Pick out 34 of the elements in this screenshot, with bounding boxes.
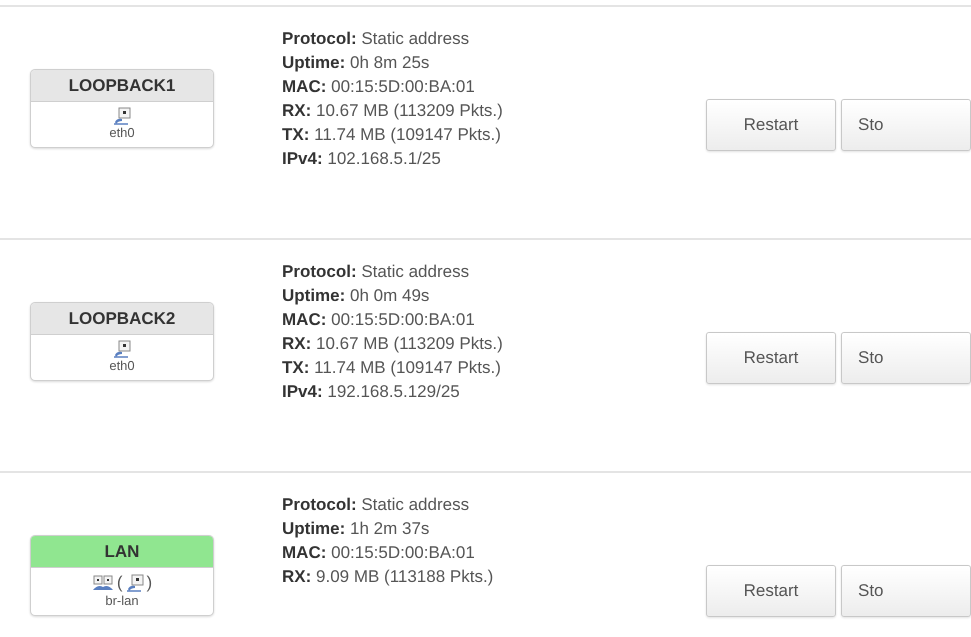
stop-button[interactable]: Sto — [841, 99, 971, 151]
restart-button[interactable]: Restart — [706, 565, 836, 617]
status-line: RX: 9.09 MB (113188 Pkts.) — [282, 566, 494, 588]
status-line: Uptime: 0h 0m 49s — [282, 285, 430, 307]
interface-name: LOOPBACK1 — [31, 70, 213, 102]
status-line: MAC: 00:15:5D:00:BA:01 — [282, 76, 476, 98]
status-line: RX: 10.67 MB (113209 Pkts.) — [282, 100, 504, 122]
parenthesis: ) — [146, 573, 152, 593]
restart-button[interactable]: Restart — [706, 332, 836, 384]
interface-name: LAN — [31, 536, 213, 568]
status-line: MAC: 00:15:5D:00:BA:01 — [282, 309, 476, 331]
status-line: IPv4: 102.168.5.1/25 — [282, 148, 442, 170]
network-port-icon — [113, 340, 131, 358]
bridge-icon — [92, 574, 114, 592]
network-port-icon — [113, 107, 131, 125]
stop-button[interactable]: Sto — [841, 565, 971, 617]
status-line: TX: 11.74 MB (109147 Pkts.) — [282, 124, 502, 146]
status-line: Uptime: 1h 2m 37s — [282, 518, 430, 540]
network-port-icon — [126, 574, 144, 592]
parenthesis: ( — [116, 573, 122, 593]
device-name: br-lan — [105, 593, 139, 608]
interface-name: LOOPBACK2 — [31, 303, 213, 335]
status-line: IPv4: 192.168.5.129/25 — [282, 381, 461, 403]
status-line: Uptime: 0h 8m 25s — [282, 52, 430, 74]
device-name: eth0 — [109, 125, 135, 140]
status-line: TX: 11.74 MB (109147 Pkts.) — [282, 357, 502, 379]
status-line: Protocol: Static address — [282, 261, 470, 283]
restart-button[interactable]: Restart — [706, 99, 836, 151]
stop-button[interactable]: Sto — [841, 332, 971, 384]
device-name: eth0 — [109, 358, 135, 373]
status-line: Protocol: Static address — [282, 28, 470, 50]
status-line: RX: 10.67 MB (113209 Pkts.) — [282, 333, 504, 355]
status-line: Protocol: Static address — [282, 494, 470, 516]
status-line: MAC: 00:15:5D:00:BA:01 — [282, 542, 476, 564]
